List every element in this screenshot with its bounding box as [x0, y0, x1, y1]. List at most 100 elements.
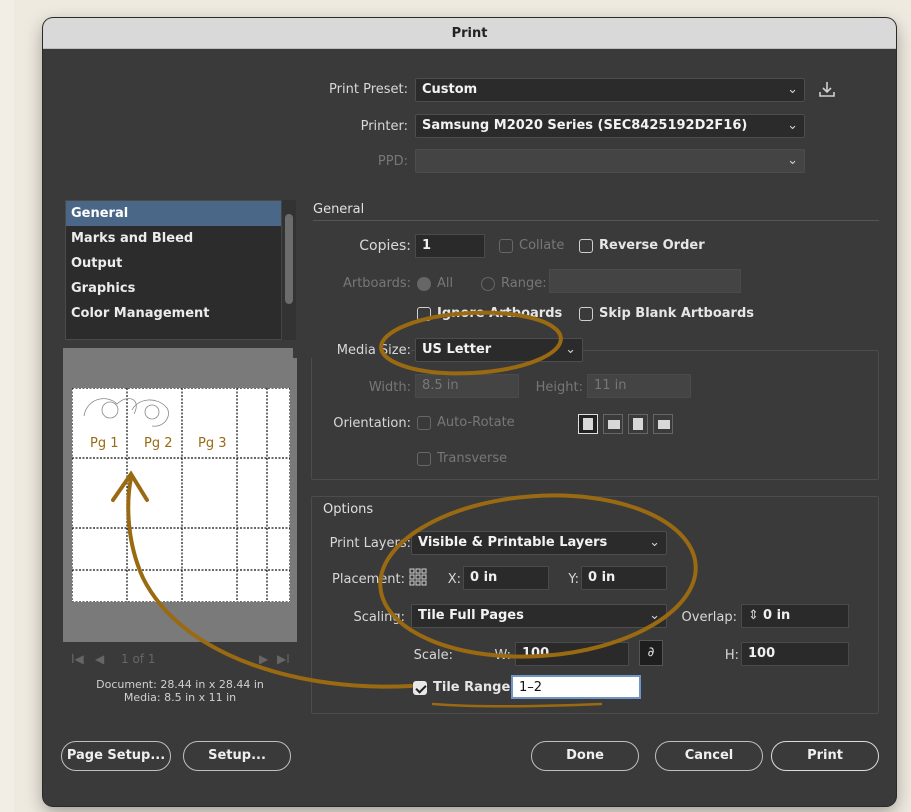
tile-range-input[interactable]: 1–2 [511, 675, 641, 699]
transverse-checkbox[interactable] [417, 452, 431, 466]
landscape-orientation-button[interactable] [603, 414, 623, 434]
skip-blank-checkbox[interactable] [579, 307, 593, 321]
printer-value: Samsung M2020 Series (SEC8425192D2F16) [422, 118, 748, 133]
h-input[interactable]: 100 [741, 642, 849, 666]
copies-label: Copies: [359, 238, 411, 254]
chevron-down-icon: ⌄ [649, 608, 660, 623]
collate-checkbox[interactable] [499, 239, 513, 253]
general-section-title: General [313, 202, 365, 217]
reverse-order-checkbox[interactable] [579, 239, 593, 253]
portrait-orientation-button[interactable] [578, 414, 598, 434]
y-input[interactable]: 0 in [581, 566, 667, 590]
copies-input[interactable]: 1 [415, 234, 485, 258]
print-layers-value: Visible & Printable Layers [418, 535, 608, 550]
tile-grid [71, 387, 291, 603]
media-size-label: Media Size: [293, 343, 411, 358]
sidebar-item-general[interactable]: General [66, 201, 295, 226]
orientation-label: Orientation: [333, 416, 411, 431]
first-page-icon[interactable]: I◀ [71, 652, 84, 666]
category-list-scrollbar[interactable] [281, 200, 296, 340]
width-label: Width: [368, 380, 411, 395]
print-layers-label: Print Layers: [329, 536, 411, 551]
link-icon[interactable]: ∂ [639, 640, 663, 666]
sidebar-item-marks-and-bleed[interactable]: Marks and Bleed [66, 226, 295, 251]
print-preview[interactable]: Pg 1 Pg 2 Pg 3 [63, 348, 297, 642]
print-preset-select[interactable]: Custom ⌄ [415, 78, 805, 102]
document-size: Document: 28.44 in x 28.44 in [96, 678, 264, 691]
flipped-landscape-orientation-button[interactable] [653, 414, 673, 434]
general-divider [313, 220, 879, 221]
sidebar-item-graphics[interactable]: Graphics [66, 276, 295, 301]
media-size: Media: 8.5 in x 11 in [123, 691, 237, 704]
print-preset-label: Print Preset: [329, 82, 408, 97]
overlap-stepper-icon[interactable]: ⇕ [748, 608, 763, 623]
printer-select[interactable]: Samsung M2020 Series (SEC8425192D2F16) ⌄ [415, 114, 805, 138]
chevron-down-icon: ⌄ [787, 82, 798, 97]
scaling-value: Tile Full Pages [418, 608, 524, 623]
done-button[interactable]: Done [531, 741, 639, 771]
transverse-label: Transverse [437, 451, 508, 466]
prev-page-icon[interactable]: ◀ [95, 652, 104, 666]
media-size-value: US Letter [422, 342, 492, 357]
scroll-thumb[interactable] [285, 214, 293, 304]
overlap-input[interactable]: ⇕ 0 in [741, 604, 849, 628]
auto-rotate-label: Auto-Rotate [437, 415, 515, 430]
w-label: W: [494, 648, 511, 663]
page-indicator: 1 of 1 [121, 652, 156, 666]
reverse-order-label: Reverse Order [599, 238, 705, 253]
width-input[interactable]: 8.5 in [415, 374, 519, 398]
document-info: Document: 28.44 in x 28.44 in Media: 8.5… [63, 678, 297, 704]
next-page-icon[interactable]: ▶ [259, 652, 268, 666]
x-input[interactable]: 0 in [463, 566, 549, 590]
chevron-down-icon: ⌄ [565, 342, 576, 357]
range-input[interactable] [549, 269, 741, 293]
category-list: General Marks and Bleed Output Graphics … [65, 200, 296, 340]
ignore-artboards-label: Ignore Artboards [437, 306, 563, 321]
media-size-select[interactable]: US Letter ⌄ [415, 338, 583, 362]
skip-blank-label: Skip Blank Artboards [599, 306, 755, 321]
ignore-artboards-checkbox[interactable] [417, 307, 431, 321]
cancel-button[interactable]: Cancel [655, 741, 763, 771]
range-radio[interactable] [481, 277, 495, 291]
options-section-title: Options [323, 502, 374, 517]
y-label: Y: [568, 572, 579, 587]
sidebar-item-output[interactable]: Output [66, 251, 295, 276]
ppd-select: ⌄ [415, 149, 805, 173]
tile-range-checkbox[interactable] [413, 681, 427, 695]
sidebar-item-color-management[interactable]: Color Management [66, 301, 295, 326]
collate-label: Collate [519, 238, 565, 253]
x-label: X: [447, 572, 461, 587]
placement-grid-icon[interactable] [409, 568, 427, 586]
height-label: Height: [535, 380, 583, 395]
preview-page: Pg 1 Pg 2 Pg 3 [71, 387, 291, 603]
page-setup-button[interactable]: Page Setup... [61, 741, 171, 771]
chevron-down-icon: ⌄ [787, 153, 798, 168]
chevron-down-icon: ⌄ [787, 118, 798, 133]
artboards-label: Artboards: [342, 276, 411, 291]
page-margin [0, 0, 14, 812]
print-dialog: Print Print Preset: Custom ⌄ Printer: Sa… [43, 18, 896, 806]
last-page-icon[interactable]: ▶I [277, 652, 290, 666]
all-radio[interactable] [417, 277, 431, 291]
scaling-select[interactable]: Tile Full Pages ⌄ [411, 604, 667, 628]
page-label-2: Pg 2 [144, 436, 173, 451]
printer-label: Printer: [360, 119, 408, 134]
print-button[interactable]: Print [771, 741, 879, 771]
flipped-portrait-orientation-button[interactable] [628, 414, 648, 434]
page-label-3: Pg 3 [198, 436, 227, 451]
scale-label: Scale: [413, 648, 453, 663]
print-layers-select[interactable]: Visible & Printable Layers ⌄ [411, 531, 667, 555]
placement-label: Placement: [332, 572, 405, 587]
all-label: All [437, 276, 454, 291]
overlap-value: 0 in [763, 608, 791, 623]
dialog-title: Print [43, 18, 896, 49]
auto-rotate-checkbox[interactable] [417, 416, 431, 430]
setup-button[interactable]: Setup... [183, 741, 291, 771]
height-input[interactable]: 11 in [587, 374, 691, 398]
chevron-down-icon: ⌄ [649, 535, 660, 550]
page-label-1: Pg 1 [90, 436, 119, 451]
ppd-label: PPD: [377, 154, 408, 169]
print-preset-value: Custom [422, 82, 478, 97]
save-preset-icon[interactable] [818, 80, 836, 98]
w-input[interactable]: 100 [515, 642, 629, 666]
